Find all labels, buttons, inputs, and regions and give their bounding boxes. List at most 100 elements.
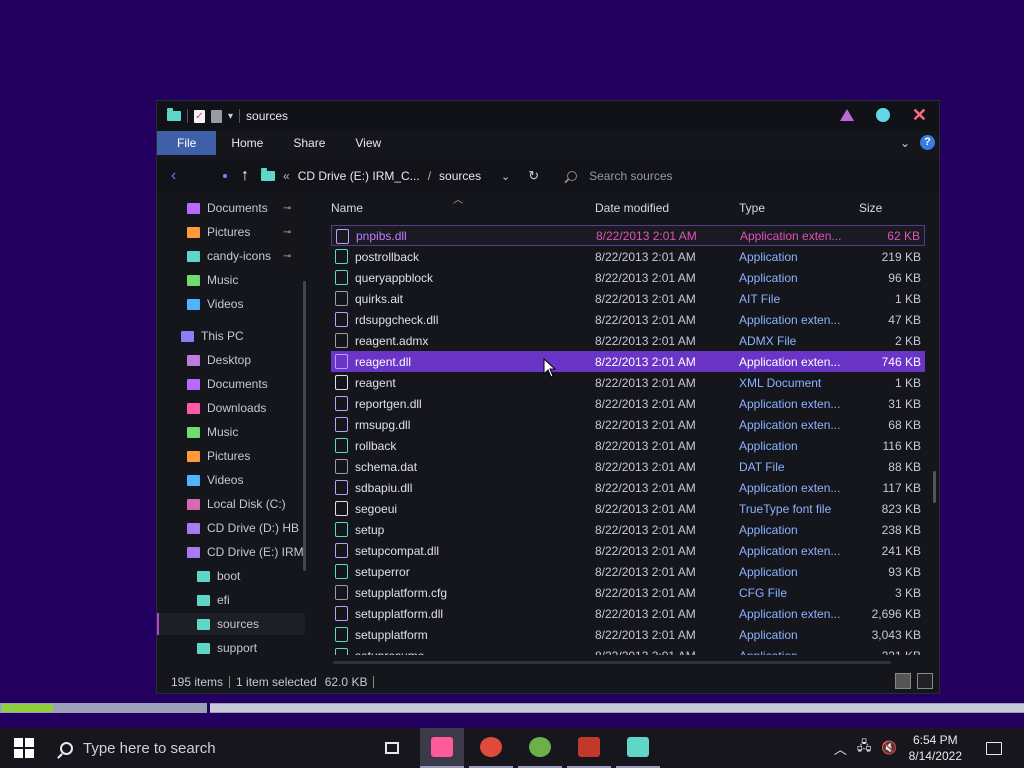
details-view-icon[interactable] [895, 673, 911, 689]
address-dropdown-icon[interactable]: ⌄ [501, 170, 510, 183]
search-input[interactable] [589, 169, 740, 183]
sidebar-item[interactable]: Pictures [157, 445, 305, 467]
task-view-icon [385, 742, 399, 754]
sidebar-item[interactable]: support [157, 637, 305, 659]
sidebar-item[interactable]: sources [157, 613, 305, 635]
breadcrumb-overflow[interactable]: « [283, 169, 290, 183]
column-name[interactable]: Name [331, 201, 363, 215]
installer-button[interactable] [616, 728, 660, 768]
folder-icon [187, 546, 200, 558]
up-arrow-icon[interactable]: ↑ [241, 167, 249, 185]
sidebar-item[interactable]: boot [157, 565, 305, 587]
sidebar-item[interactable]: CD Drive (E:) IRM [157, 541, 305, 563]
customize-chevron-icon[interactable]: ▾ [228, 111, 233, 122]
sidebar-item[interactable]: Videos [157, 293, 305, 315]
notification-icon[interactable] [986, 741, 1002, 755]
expand-ribbon-chevron-icon[interactable]: ⌄ [900, 136, 910, 150]
task-view-button[interactable] [370, 728, 414, 768]
globe-app-button[interactable] [518, 728, 562, 768]
file-row[interactable]: setupplatform.cfg 8/22/2013 2:01 AM CFG Fi… [331, 582, 925, 603]
list-scrollbar[interactable] [933, 471, 936, 503]
file-size: 93 KB [888, 564, 921, 579]
network-icon[interactable]: 🖧 [857, 737, 872, 759]
start-button[interactable] [0, 728, 48, 768]
help-icon[interactable]: ? [920, 135, 935, 150]
sidebar-item[interactable]: Documents ⊸ [157, 197, 305, 219]
file-row[interactable]: reportgen.dll 8/22/2013 2:01 AM Applicatio… [331, 393, 925, 414]
breadcrumb-drive[interactable]: CD Drive (E:) IRM_C... [298, 169, 420, 183]
tab-view[interactable]: View [340, 131, 396, 155]
file-row[interactable]: setuperror 8/22/2013 2:01 AM Application 93… [331, 561, 925, 582]
file-row[interactable]: setupplatform.dll 8/22/2013 2:01 AM Applic… [331, 603, 925, 624]
search-box[interactable] [567, 169, 740, 183]
sidebar-item[interactable]: efi [157, 589, 305, 611]
file-type: TrueType font file [739, 501, 832, 516]
file-explorer-button[interactable] [420, 728, 464, 768]
sidebar-item[interactable]: Music [157, 269, 305, 291]
file-row[interactable]: rmsupg.dll 8/22/2013 2:01 AM Application e… [331, 414, 925, 435]
file-row[interactable]: reagent 8/22/2013 2:01 AM XML Document 1 KB [331, 372, 925, 393]
file-row[interactable]: reagent.admx 8/22/2013 2:01 AM ADMX File 2 … [331, 330, 925, 351]
clock[interactable]: 6:54 PM 8/14/2022 [909, 732, 962, 764]
tab-file[interactable]: File [157, 131, 217, 155]
file-row[interactable]: setupplatform 8/22/2013 2:01 AM Applicatio… [331, 624, 925, 645]
file-type: Application [739, 564, 798, 579]
file-row[interactable]: setup 8/22/2013 2:01 AM Application 238 KB [331, 519, 925, 540]
sidebar-item[interactable]: Pictures ⊸ [157, 221, 305, 243]
column-type[interactable]: Type [739, 201, 765, 215]
sidebar-item[interactable]: CD Drive (D:) HB [157, 517, 305, 539]
close-icon[interactable]: ✕ [912, 106, 927, 124]
file-row[interactable]: rdsupgcheck.dll 8/22/2013 2:01 AM Applicat… [331, 309, 925, 330]
file-row[interactable]: quirks.ait 8/22/2013 2:01 AM AIT File 1 KB [331, 288, 925, 309]
breadcrumb[interactable]: « CD Drive (E:) IRM_C... / sources [261, 168, 501, 183]
list-hscrollbar[interactable] [333, 661, 891, 664]
column-size[interactable]: Size [859, 201, 882, 215]
title-bar[interactable]: ✓ ▾ sources ✕ [157, 101, 939, 131]
file-row[interactable]: segoeui 8/22/2013 2:01 AM TrueType font fi… [331, 498, 925, 519]
sidebar-item-label: Videos [207, 297, 244, 311]
tab-share[interactable]: Share [278, 131, 340, 155]
show-hidden-icons-chevron-icon[interactable]: ︿ [834, 739, 847, 758]
file-row[interactable]: sdbapiu.dll 8/22/2013 2:01 AM Application … [331, 477, 925, 498]
nav-scrollbar[interactable] [303, 281, 306, 571]
large-icons-view-icon[interactable] [917, 673, 933, 689]
chrome-button[interactable] [469, 728, 513, 768]
tab-home[interactable]: Home [216, 131, 278, 155]
sidebar-item[interactable]: This PC [157, 325, 305, 347]
sidebar-item[interactable]: Local Disk (C:) [157, 493, 305, 515]
sidebar-item[interactable]: Downloads [157, 397, 305, 419]
maximize-icon[interactable] [875, 108, 890, 122]
folder-icon [187, 354, 200, 366]
file-row[interactable]: setupcompat.dll 8/22/2013 2:01 AM Applicat… [331, 540, 925, 561]
file-size: 96 KB [888, 270, 921, 285]
selection-marker [157, 613, 159, 635]
file-row[interactable]: rollback 8/22/2013 2:01 AM Application 116 … [331, 435, 925, 456]
file-name: schema.dat [355, 459, 418, 474]
properties-icon[interactable]: ✓ [194, 109, 205, 123]
file-row[interactable]: reagent.dll 8/22/2013 2:01 AM Application … [331, 351, 925, 372]
sidebar-item[interactable]: Desktop [157, 349, 305, 371]
sidebar-item[interactable]: Documents [157, 373, 305, 395]
sidebar-item[interactable]: Videos [157, 469, 305, 491]
file-row[interactable]: pnpibs.dll 8/22/2013 2:01 AM Application e… [331, 225, 925, 246]
winrar-button[interactable] [567, 728, 611, 768]
file-row[interactable]: postrollback 8/22/2013 2:01 AM Application… [331, 246, 925, 267]
file-icon [335, 312, 348, 327]
breadcrumb-sources[interactable]: sources [439, 169, 481, 183]
folder-icon [187, 226, 200, 238]
back-arrow-icon[interactable]: ‹ [171, 167, 187, 185]
sidebar-item[interactable]: Music [157, 421, 305, 443]
column-date[interactable]: Date modified [595, 201, 669, 215]
file-row[interactable]: queryappblock 8/22/2013 2:01 AM Applicatio… [331, 267, 925, 288]
taskbar-search[interactable]: Type here to search [48, 728, 348, 768]
file-icon [335, 459, 348, 474]
volume-muted-icon[interactable]: 🔇 [881, 740, 897, 756]
sidebar-item[interactable]: candy-icons ⊸ [157, 245, 305, 267]
file-date: 8/22/2013 2:01 AM [595, 396, 696, 411]
new-folder-icon[interactable] [211, 109, 222, 123]
file-row[interactable]: setupresume 8/22/2013 2:01 AM Application 2… [331, 645, 925, 655]
file-row[interactable]: schema.dat 8/22/2013 2:01 AM DAT File 88 KB [331, 456, 925, 477]
recent-dot-icon[interactable] [223, 174, 227, 178]
refresh-icon[interactable]: ↻ [528, 168, 539, 184]
minimize-icon[interactable] [839, 109, 854, 121]
